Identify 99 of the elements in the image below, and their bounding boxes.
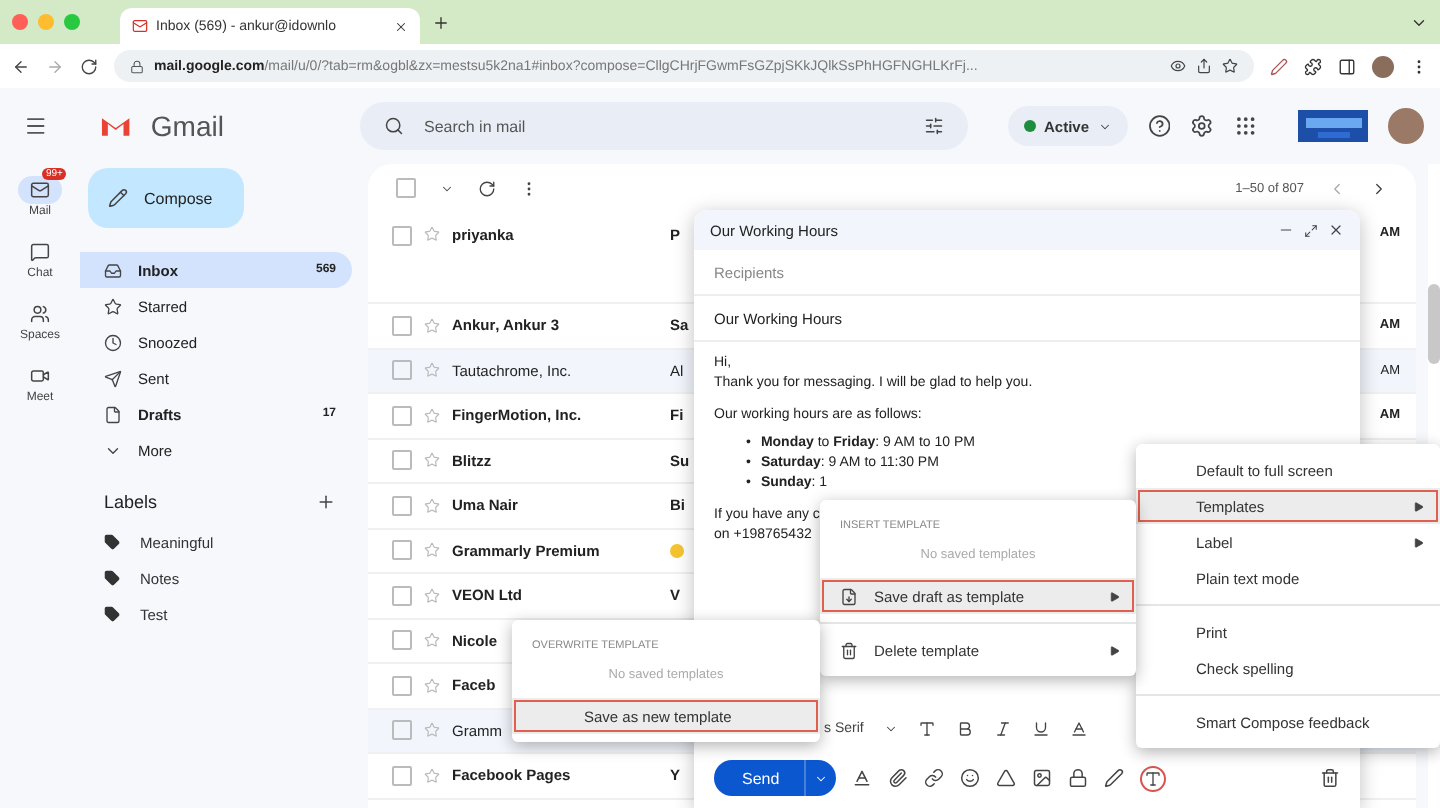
new-tab-icon[interactable] <box>432 13 450 31</box>
star-icon[interactable] <box>424 362 440 379</box>
avatar[interactable] <box>1372 55 1394 77</box>
emoji-icon[interactable] <box>959 768 980 788</box>
trash-icon[interactable] <box>1320 768 1340 788</box>
caret-icon <box>1110 645 1120 655</box>
star-icon[interactable] <box>424 317 440 334</box>
search-bar[interactable]: Search in mail <box>359 102 968 150</box>
star-icon[interactable] <box>424 452 440 469</box>
puzzle-icon[interactable] <box>1304 57 1322 75</box>
rail-button[interactable] <box>18 176 62 204</box>
signature-icon[interactable] <box>1103 768 1124 788</box>
search-field[interactable]: Search in mail <box>419 115 908 137</box>
checkbox[interactable] <box>392 675 412 696</box>
gmail-logo-icon <box>99 114 131 138</box>
caret-icon <box>1110 591 1120 601</box>
star-icon[interactable] <box>424 587 440 604</box>
checkbox[interactable] <box>392 226 412 246</box>
underline-icon[interactable] <box>1031 719 1050 737</box>
bold-icon[interactable] <box>955 719 974 737</box>
zoom-dot[interactable] <box>64 14 80 30</box>
close-icon[interactable] <box>394 19 408 33</box>
star-icon[interactable] <box>424 632 440 649</box>
checkbox[interactable] <box>392 585 412 606</box>
template-icon <box>840 587 858 605</box>
compose-button[interactable]: Compose <box>88 168 244 228</box>
chat-icon <box>30 242 50 262</box>
star-icon[interactable] <box>424 226 440 242</box>
file-icon <box>104 405 122 423</box>
mail-icon <box>30 180 50 200</box>
checkbox[interactable] <box>392 315 412 336</box>
help-icon[interactable] <box>1147 114 1171 138</box>
close-icon[interactable] <box>1328 222 1344 238</box>
expand-icon[interactable] <box>1304 223 1318 237</box>
more-options-button[interactable] <box>1139 765 1166 791</box>
status-dot-icon <box>1024 120 1036 132</box>
star-icon[interactable] <box>424 767 440 784</box>
reload-icon[interactable] <box>80 57 98 75</box>
filter-icon[interactable] <box>924 116 944 136</box>
side-panel-icon[interactable] <box>1338 57 1356 75</box>
apps-icon[interactable] <box>1234 114 1258 138</box>
settings-icon[interactable] <box>1190 114 1215 138</box>
star-icon[interactable] <box>424 407 440 424</box>
refresh-icon[interactable] <box>478 179 496 197</box>
checkbox[interactable] <box>392 630 412 651</box>
share-icon <box>1196 58 1212 74</box>
eye-icon <box>1170 58 1186 74</box>
add-icon[interactable] <box>316 492 336 512</box>
lock-icon[interactable] <box>1067 768 1088 788</box>
checkbox[interactable] <box>392 720 412 741</box>
image-icon[interactable] <box>1031 768 1052 788</box>
menu-icon[interactable] <box>24 114 48 138</box>
text-size-icon[interactable] <box>917 719 936 737</box>
star-icon[interactable] <box>424 677 440 694</box>
checkbox[interactable] <box>396 178 416 198</box>
app-logo: Gmail <box>150 110 224 142</box>
video-icon <box>30 366 50 386</box>
checkbox[interactable] <box>392 540 412 561</box>
star-icon <box>1222 58 1238 74</box>
avatar[interactable] <box>1388 108 1425 144</box>
tag-icon <box>104 534 120 550</box>
template-icon <box>1143 769 1162 787</box>
pencil-icon <box>108 188 128 208</box>
text-color-icon[interactable] <box>1069 719 1088 737</box>
formatting-icon[interactable] <box>851 768 872 788</box>
checkbox[interactable] <box>392 360 412 381</box>
link-icon[interactable] <box>923 768 944 788</box>
attach-icon[interactable] <box>887 768 908 788</box>
caret-icon[interactable] <box>440 181 454 195</box>
section-title: Labels <box>104 492 158 512</box>
send-icon <box>104 369 122 387</box>
checkbox[interactable] <box>392 765 412 786</box>
caret-icon <box>1414 537 1424 547</box>
next-icon[interactable] <box>1370 179 1388 197</box>
caret-icon <box>883 721 898 735</box>
mail-icon <box>132 18 148 34</box>
italic-icon[interactable] <box>993 719 1012 737</box>
tag-icon <box>104 570 120 586</box>
back-icon[interactable] <box>12 57 30 75</box>
checkbox[interactable] <box>392 450 412 471</box>
scrollbar-thumb[interactable] <box>1428 284 1440 364</box>
search-icon <box>383 116 404 136</box>
caret-icon <box>813 771 828 785</box>
lock-icon <box>130 59 144 73</box>
checkbox[interactable] <box>392 405 412 426</box>
checkbox[interactable] <box>392 495 412 516</box>
star-icon[interactable] <box>424 497 440 514</box>
people-icon <box>30 304 50 324</box>
caret-icon <box>1414 501 1424 511</box>
inbox-icon <box>104 261 122 279</box>
close-dot[interactable] <box>12 14 28 30</box>
trash-icon <box>840 641 858 659</box>
chevron-down-icon <box>1097 119 1112 133</box>
clock-icon <box>104 333 122 351</box>
star-icon[interactable] <box>424 542 440 559</box>
tag-icon <box>104 606 120 622</box>
minimize-dot[interactable] <box>38 14 54 30</box>
star-icon[interactable] <box>424 722 440 739</box>
star-icon <box>104 297 122 315</box>
